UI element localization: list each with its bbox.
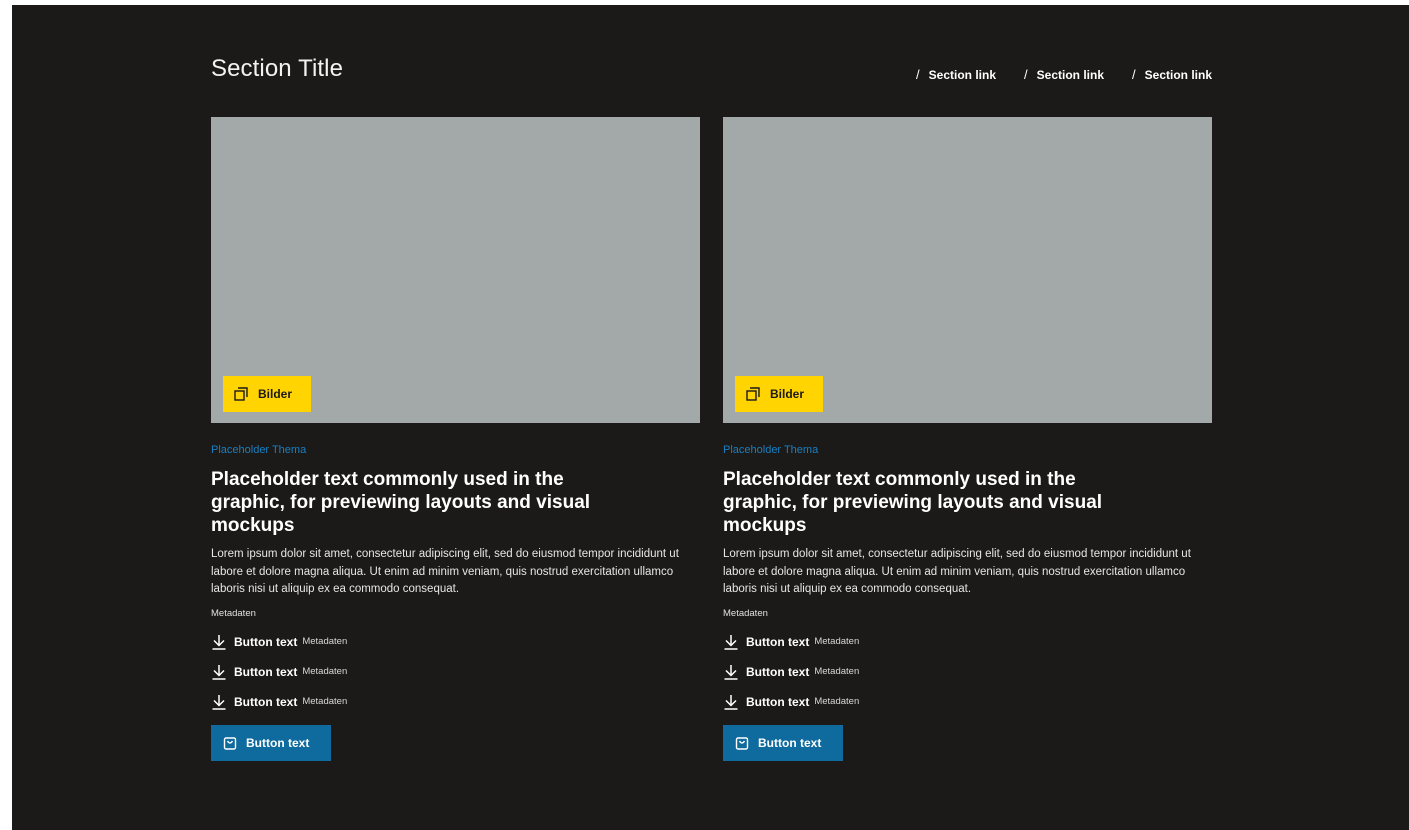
card-text: Lorem ipsum dolor sit amet, consectetur … bbox=[723, 548, 1191, 595]
download-link[interactable]: Button text Metadaten bbox=[211, 632, 700, 652]
download-list: Button text Metadaten Button text Metada… bbox=[211, 632, 700, 712]
card-title[interactable]: Placeholder text commonly used in the gr… bbox=[211, 468, 611, 537]
download-icon bbox=[212, 694, 226, 710]
download-icon bbox=[724, 664, 738, 680]
download-label: Button text bbox=[234, 664, 298, 679]
teaser-card: Bilder Placeholder Thema Placeholder tex… bbox=[211, 117, 700, 761]
page-container: Section Title / Section link / Section l… bbox=[12, 5, 1409, 830]
card-metadata: Metadaten bbox=[723, 607, 768, 619]
card-metadata: Metadaten bbox=[211, 607, 256, 619]
slash-icon: / bbox=[1024, 67, 1028, 82]
card-topic[interactable]: Placeholder Thema bbox=[723, 444, 1212, 456]
primary-button[interactable]: Button text bbox=[211, 724, 331, 761]
download-link[interactable]: Button text Metadaten bbox=[723, 632, 1212, 652]
primary-button[interactable]: Button text bbox=[723, 724, 843, 761]
shopping-bag-icon bbox=[223, 736, 237, 750]
card-title[interactable]: Placeholder text commonly used in the gr… bbox=[723, 468, 1123, 537]
card-text: Lorem ipsum dolor sit amet, consectetur … bbox=[211, 548, 679, 595]
download-label: Button text bbox=[234, 634, 298, 649]
download-label: Button text bbox=[746, 634, 810, 649]
download-icon bbox=[212, 634, 226, 650]
section-links: / Section link / Section link / Section … bbox=[916, 67, 1212, 82]
slash-icon: / bbox=[916, 67, 920, 82]
card-image[interactable]: Bilder bbox=[723, 117, 1212, 423]
primary-button-label: Button text bbox=[758, 735, 822, 750]
download-metadata: Metadaten bbox=[302, 636, 348, 647]
teaser-card: Bilder Placeholder Thema Placeholder tex… bbox=[723, 117, 1212, 761]
download-link[interactable]: Button text Metadaten bbox=[211, 662, 700, 682]
download-label: Button text bbox=[234, 694, 298, 709]
gallery-icon bbox=[746, 387, 760, 401]
gallery-badge-label: Bilder bbox=[770, 387, 805, 401]
section-title: Section Title bbox=[211, 55, 344, 82]
download-metadata: Metadaten bbox=[814, 636, 860, 647]
download-link[interactable]: Button text Metadaten bbox=[211, 692, 700, 712]
gallery-badge[interactable]: Bilder bbox=[223, 376, 311, 412]
section-link-1[interactable]: / Section link bbox=[916, 67, 996, 82]
card-image[interactable]: Bilder bbox=[211, 117, 700, 423]
download-label: Button text bbox=[746, 694, 810, 709]
section-link-2[interactable]: / Section link bbox=[1024, 67, 1104, 82]
download-icon bbox=[724, 634, 738, 650]
slash-icon: / bbox=[1132, 67, 1136, 82]
shopping-bag-icon bbox=[735, 736, 749, 750]
download-metadata: Metadaten bbox=[302, 696, 348, 707]
download-metadata: Metadaten bbox=[302, 666, 348, 677]
gallery-badge-label: Bilder bbox=[258, 387, 293, 401]
primary-button-label: Button text bbox=[246, 735, 310, 750]
download-metadata: Metadaten bbox=[814, 696, 860, 707]
download-link[interactable]: Button text Metadaten bbox=[723, 662, 1212, 682]
gallery-badge[interactable]: Bilder bbox=[735, 376, 823, 412]
section-header: Section Title / Section link / Section l… bbox=[211, 51, 1212, 91]
download-list: Button text Metadaten Button text Metada… bbox=[723, 632, 1212, 712]
download-icon bbox=[724, 694, 738, 710]
card-topic[interactable]: Placeholder Thema bbox=[211, 444, 700, 456]
section-link-label: Section link bbox=[1144, 67, 1212, 82]
gallery-icon bbox=[234, 387, 248, 401]
section-link-3[interactable]: / Section link bbox=[1132, 67, 1212, 82]
section-link-label: Section link bbox=[928, 67, 997, 82]
download-link[interactable]: Button text Metadaten bbox=[723, 692, 1212, 712]
section-link-label: Section link bbox=[1036, 67, 1105, 82]
download-metadata: Metadaten bbox=[814, 666, 860, 677]
download-icon bbox=[212, 664, 226, 680]
download-label: Button text bbox=[746, 664, 810, 679]
